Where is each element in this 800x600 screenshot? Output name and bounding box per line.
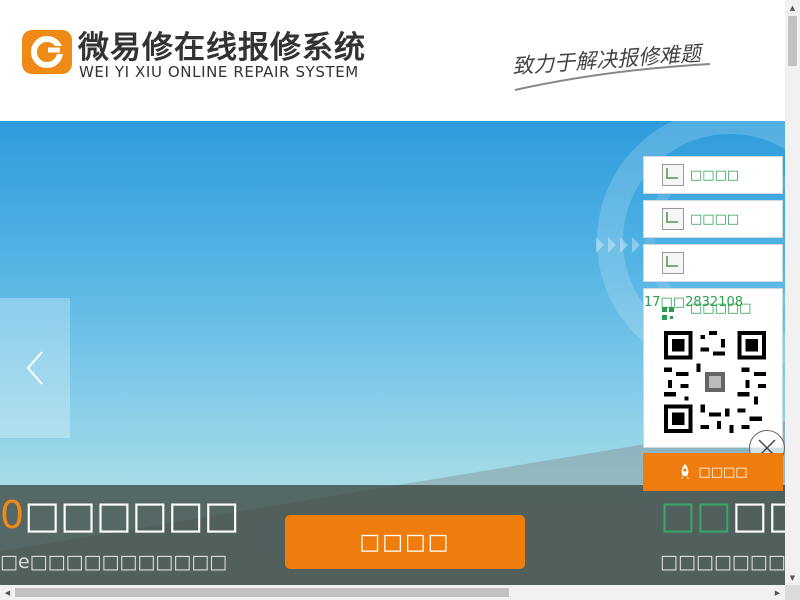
rocket-icon <box>681 464 690 479</box>
logo-icon[interactable] <box>20 26 74 78</box>
left-headline: 0□□□□□□ <box>0 493 240 537</box>
horizontal-scrollbar[interactable]: ◀ ▶ <box>0 585 785 600</box>
header: 微易修在线报修系统 WEI YI XIU ONLINE REPAIR SYSTE… <box>0 0 785 121</box>
broken-image-icon <box>662 252 684 274</box>
online-service-button[interactable]: □□□□ <box>643 453 783 491</box>
right-caption: □□□□□□□e□□□ <box>660 551 785 573</box>
slogan-swoosh <box>514 63 711 91</box>
side-item-1[interactable]: □□□□ <box>643 156 783 194</box>
right-headline-text: □□□ <box>731 493 785 537</box>
broken-image-icon <box>662 208 684 230</box>
right-headline-accent: □□ <box>660 493 732 537</box>
cta-button[interactable]: □□□□ <box>285 515 525 569</box>
vertical-scrollbar[interactable]: ▲ ▼ <box>785 0 800 585</box>
vertical-scroll-thumb[interactable] <box>788 16 797 66</box>
carousel-prev-button[interactable] <box>0 298 70 438</box>
qr-code <box>664 331 766 433</box>
horizontal-scroll-thumb[interactable] <box>15 588 509 597</box>
site-title[interactable]: 微易修在线报修系统 <box>78 22 366 67</box>
side-item-1-label: □□□□ <box>690 167 740 183</box>
chevron-left-icon <box>26 351 43 385</box>
scroll-down-arrow-icon[interactable]: ▼ <box>785 570 800 585</box>
side-item-3[interactable] <box>643 244 783 282</box>
broken-image-icon <box>662 164 684 186</box>
left-headline-accent: 0 <box>0 493 25 537</box>
page: 微易修在线报修系统 WEI YI XIU ONLINE REPAIR SYSTE… <box>0 0 785 585</box>
side-item-2[interactable]: □□□□ <box>643 200 783 238</box>
scroll-left-arrow-icon[interactable]: ◀ <box>0 585 15 600</box>
scrollbar-corner <box>785 585 800 600</box>
online-service-label: □□□□ <box>698 464 748 480</box>
right-headline: □□□□□ <box>660 493 785 537</box>
side-item-2-label: □□□□ <box>690 211 740 227</box>
qr-panel: 17□□2832108 □□□□□ <box>643 288 783 448</box>
qr-label: □□□□□ <box>690 301 752 316</box>
scroll-up-arrow-icon[interactable]: ▲ <box>785 0 800 15</box>
qr-small-icon <box>662 307 674 320</box>
left-caption: □e□□□□□□□□□□□ <box>0 551 228 573</box>
scroll-right-arrow-icon[interactable]: ▶ <box>770 585 785 600</box>
site-subtitle: WEI YI XIU ONLINE REPAIR SYSTEM <box>79 63 359 81</box>
left-headline-text: □□□□□□ <box>24 493 240 537</box>
